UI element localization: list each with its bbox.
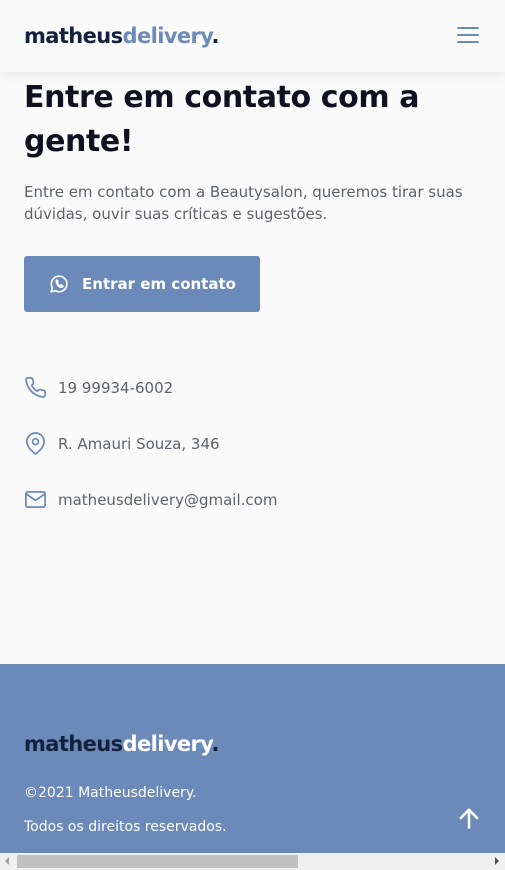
info-item-phone: 19 99934-6002	[24, 376, 173, 399]
contact-button-label: Entrar em contato	[82, 275, 236, 293]
footer-logo-part-delivery: delivery	[122, 732, 213, 756]
site-header: matheusdelivery.	[0, 0, 505, 72]
footer-logo[interactable]: matheusdelivery.	[24, 732, 219, 756]
hamburger-menu-icon[interactable]	[457, 27, 479, 45]
page-title: Entre em contato com a gente!	[24, 80, 420, 159]
footer-rights: Todos os direitos reservados.	[24, 819, 227, 835]
logo-part-delivery: delivery	[122, 24, 213, 48]
footer-copyright: ©2021 Matheusdelivery.	[24, 785, 197, 801]
site-footer: matheusdelivery. ©2021 Matheusdelivery. …	[0, 664, 505, 854]
contact-button[interactable]: Entrar em contato	[24, 256, 260, 312]
logo-part-matheus: matheus	[24, 24, 123, 48]
info-item-address: R. Amauri Souza, 346	[24, 432, 220, 455]
mail-icon	[25, 490, 46, 509]
header-logo[interactable]: matheusdelivery.	[24, 24, 219, 48]
footer-logo-dot: .	[211, 732, 219, 756]
info-item-email[interactable]: matheusdelivery@gmail.com	[24, 488, 277, 511]
scroll-left-arrow-icon[interactable]	[5, 857, 9, 865]
footer-logo-part-matheus: matheus	[24, 732, 123, 756]
scroll-right-arrow-icon[interactable]	[495, 857, 499, 865]
horizontal-scrollbar[interactable]	[0, 853, 505, 870]
phone-icon	[25, 377, 46, 398]
contact-description: Entre em contato com a Beautysalon, quer…	[24, 183, 463, 223]
location-pin-icon	[26, 432, 45, 455]
scrollbar-thumb[interactable]	[17, 855, 298, 868]
arrow-up-icon[interactable]	[455, 804, 483, 832]
info-email-text: matheusdelivery@gmail.com	[58, 490, 278, 509]
logo-dot: .	[211, 24, 219, 48]
whatsapp-icon	[50, 275, 68, 293]
info-phone-text: 19 99934-6002	[58, 378, 174, 397]
info-address-text: R. Amauri Souza, 346	[58, 434, 220, 453]
